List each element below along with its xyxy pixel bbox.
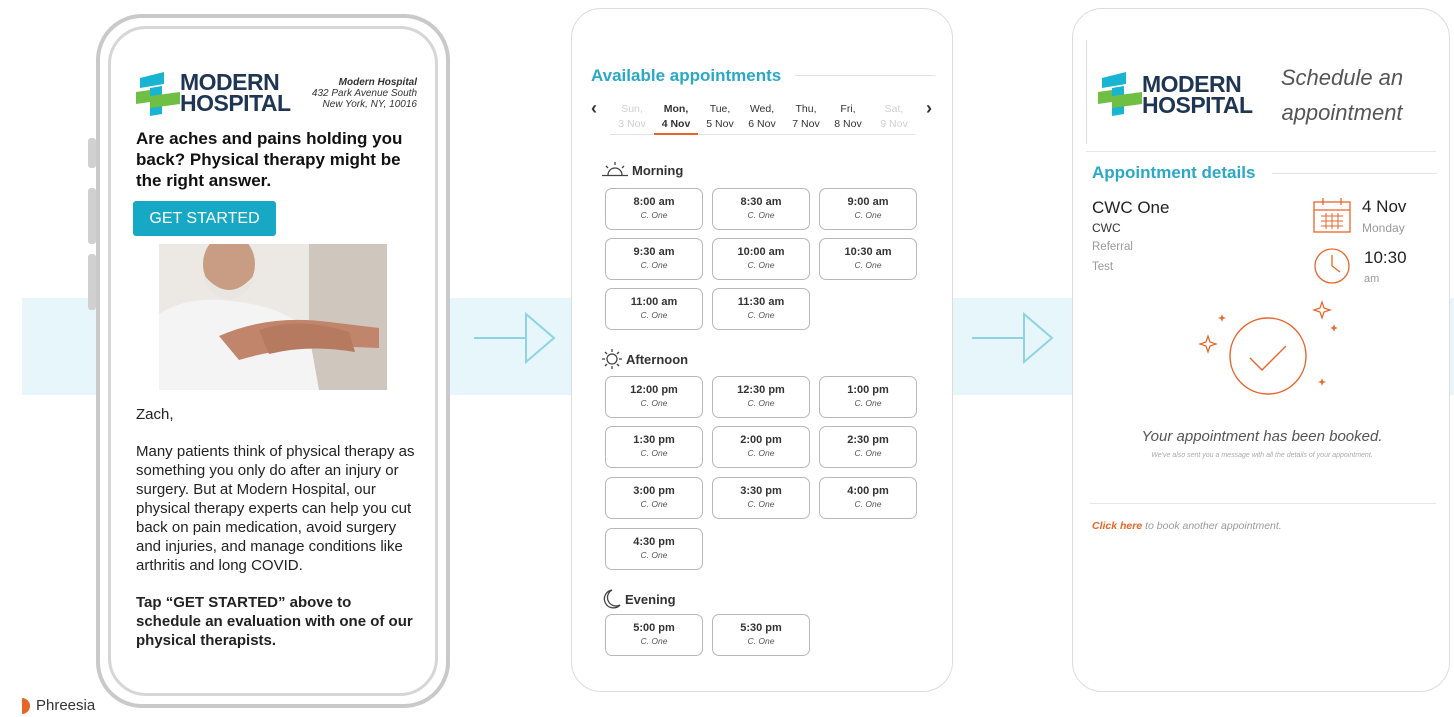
time-slot[interactable]: 3:00 pm C. One <box>605 477 703 519</box>
time-slot[interactable]: 8:00 am C. One <box>605 188 703 230</box>
phone-side-button <box>88 188 96 244</box>
day-sat: Sat, 9 Nov <box>880 103 908 130</box>
booking-confirmed-message: Your appointment has been booked. <box>1141 428 1383 445</box>
phreesia-logo-icon <box>22 697 30 714</box>
email-headline: Are aches and pains holding you back? Ph… <box>136 129 403 190</box>
day-tue[interactable]: Tue, 5 Nov <box>700 102 740 132</box>
selected-day-indicator <box>654 133 698 135</box>
phone-side-button <box>88 138 96 168</box>
period-label: Evening <box>625 591 676 607</box>
time-slot[interactable]: 4:30 pm C. One <box>605 528 703 570</box>
day-fri[interactable]: Fri, 8 Nov <box>828 102 868 132</box>
time-slot[interactable]: 3:30 pm C. One <box>712 477 810 519</box>
time-slot[interactable]: 1:30 pm C. One <box>605 426 703 468</box>
appointment-weekday: Monday <box>1362 221 1405 235</box>
chevron-right-icon[interactable]: › <box>926 98 932 119</box>
booking-confirmed-sub: We've also sent you a message with all t… <box>1151 452 1373 459</box>
day-sun: Sun, 3 Nov <box>618 103 646 130</box>
success-check-icon <box>1198 300 1338 395</box>
logo-line2: HOSPITAL <box>1142 92 1253 118</box>
sun-icon <box>602 349 622 369</box>
location-name: CWC One <box>1092 198 1170 217</box>
therapy-photo-icon <box>159 244 387 390</box>
hospital-address: Modern Hospital 432 Park Avenue South Ne… <box>270 77 417 110</box>
day-mon[interactable]: Mon, 4 Nov <box>656 102 696 132</box>
available-appointments-title: Available appointments <box>591 66 782 85</box>
day-wed[interactable]: Wed, 6 Nov <box>742 102 782 132</box>
time-slot[interactable]: 12:00 pm C. One <box>605 376 703 418</box>
appointment-type: Referral <box>1092 241 1133 253</box>
divider <box>1090 503 1436 504</box>
brand-footer: Phreesia <box>22 697 95 714</box>
divider <box>1086 40 1087 144</box>
period-label: Afternoon <box>626 351 689 367</box>
flow-arrow-icon <box>474 311 556 365</box>
time-slot[interactable]: 5:00 pm C. One <box>605 614 703 656</box>
period-morning: Morning <box>602 160 683 180</box>
hospital-name: Modern Hospital <box>338 77 417 88</box>
time-slot[interactable]: 8:30 am C. One <box>712 188 810 230</box>
schedule-header: Schedule an appointment <box>1280 65 1404 125</box>
time-slot[interactable]: 10:30 am C. One <box>819 238 917 280</box>
appointment-details-title: Appointment details <box>1092 163 1256 182</box>
time-slot[interactable]: 11:00 am C. One <box>605 288 703 330</box>
period-label: Morning <box>632 162 684 178</box>
time-slot[interactable]: 12:30 pm C. One <box>712 376 810 418</box>
brand-name: Phreesia <box>36 697 96 714</box>
flow-arrow-icon <box>972 311 1054 365</box>
time-slot[interactable]: 4:00 pm C. One <box>819 477 917 519</box>
address-line: New York, NY, 10016 <box>322 99 417 110</box>
time-slot[interactable]: 2:00 pm C. One <box>712 426 810 468</box>
time-slot[interactable]: 11:30 am C. One <box>712 288 810 330</box>
time-slot[interactable]: 1:00 pm C. One <box>819 376 917 418</box>
book-another-line: Click here to book another appointment. <box>1092 520 1282 532</box>
calendar-icon <box>1313 198 1351 233</box>
appointment-note: Test <box>1092 261 1114 273</box>
email-paragraph: Many patients think of physical therapy … <box>136 443 415 574</box>
hospital-logo: MODERN HOSPITAL <box>136 71 291 121</box>
therapy-photo <box>159 244 387 390</box>
appointment-ampm: am <box>1364 273 1380 285</box>
cross-logo-icon <box>1098 72 1142 116</box>
divider <box>1272 173 1437 174</box>
divider <box>795 75 935 76</box>
chevron-left-icon[interactable]: ‹ <box>591 98 597 119</box>
divider <box>1086 151 1436 152</box>
book-another-link[interactable]: Click here <box>1092 520 1142 532</box>
time-slot[interactable]: 5:30 pm C. One <box>712 614 810 656</box>
email-greeting: Zach, <box>136 406 174 423</box>
get-started-button[interactable]: GET STARTED <box>133 201 276 236</box>
cross-logo-icon <box>136 72 180 116</box>
email-closing: Tap “GET STARTED” above to schedule an e… <box>136 594 413 649</box>
email-body: Zach, Many patients think of physical th… <box>136 405 416 668</box>
time-slot[interactable]: 2:30 pm C. One <box>819 426 917 468</box>
moon-icon <box>603 589 621 609</box>
day-thu[interactable]: Thu, 7 Nov <box>786 102 826 132</box>
clock-icon <box>1314 248 1350 284</box>
appointment-date: 4 Nov <box>1362 197 1407 216</box>
time-slot[interactable]: 9:30 am C. One <box>605 238 703 280</box>
period-evening: Evening <box>603 589 676 609</box>
sunrise-icon <box>602 162 628 177</box>
address-line: 432 Park Avenue South <box>311 88 417 99</box>
book-another-text: to book another appointment. <box>1142 520 1282 532</box>
time-slot[interactable]: 10:00 am C. One <box>712 238 810 280</box>
location-code: CWC <box>1092 221 1121 235</box>
period-afternoon: Afternoon <box>602 349 688 369</box>
appointment-time: 10:30 <box>1364 248 1407 267</box>
hospital-logo: MODERN HOSPITAL <box>1098 72 1253 121</box>
time-slot[interactable]: 9:00 am C. One <box>819 188 917 230</box>
phone-side-button <box>88 254 96 310</box>
